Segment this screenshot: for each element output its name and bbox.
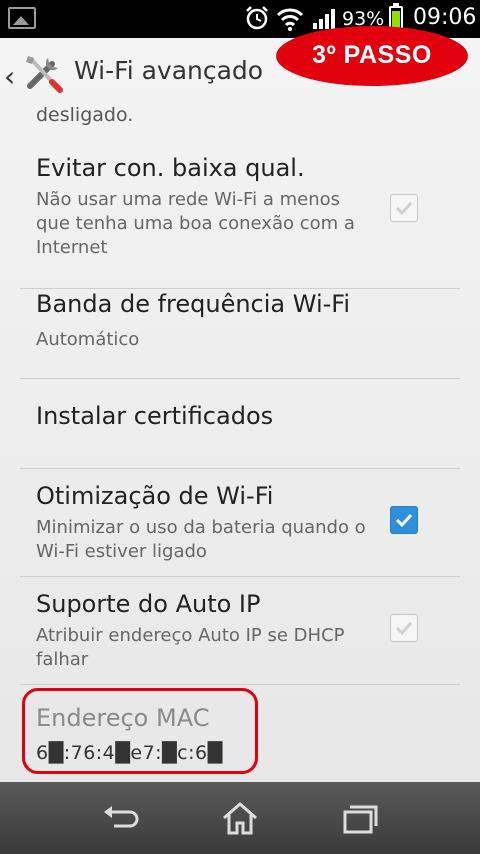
check-icon [395, 201, 413, 216]
avoid-poor-connection-checkbox[interactable] [390, 194, 418, 222]
setting-title: Otimização de Wi-Fi [36, 482, 274, 510]
back-icon[interactable] [100, 800, 140, 836]
wifi-optimization-checkbox[interactable] [390, 506, 418, 534]
up-navigation-chevron-icon[interactable]: ‹ [4, 60, 15, 93]
picture-icon [8, 7, 36, 29]
setting-avoid-poor-connection[interactable]: Evitar con. baixa qual. Não usar uma red… [20, 140, 460, 289]
navigation-bar [0, 782, 480, 854]
setting-title: Instalar certificados [36, 402, 274, 430]
check-icon [395, 513, 413, 528]
setting-subtitle: Atribuir endereço Auto IP se DHCP falhar [36, 625, 345, 670]
setting-title: Banda de frequência Wi-Fi [36, 290, 351, 318]
auto-ip-checkbox[interactable] [390, 614, 418, 642]
check-icon [395, 621, 413, 636]
signal-icon [313, 9, 335, 29]
tools-icon[interactable] [22, 52, 64, 94]
recent-apps-icon[interactable] [340, 800, 380, 836]
clock: 09:06 [413, 5, 477, 30]
setting-wifi-optimization[interactable]: Otimização de Wi-Fi Minimizar o uso da b… [20, 468, 460, 577]
setting-frequency-band[interactable]: Banda de frequência Wi-Fi Automático [20, 288, 460, 379]
page-title: Wi-Fi avançado [74, 56, 264, 85]
setting-install-certificates[interactable]: Instalar certificados [20, 378, 460, 469]
setting-subtitle: Automático [36, 329, 140, 350]
alarm-icon [246, 6, 268, 30]
wifi-icon [276, 8, 304, 31]
setting-auto-ip[interactable]: Suporte do Auto IP Atribuir endereço Aut… [20, 576, 460, 685]
mac-address-highlight-annotation [22, 688, 258, 774]
setting-subtitle: Minimizar o uso da bateria quando o Wi-F… [36, 517, 366, 562]
setting-title: Suporte do Auto IP [36, 590, 261, 618]
setting-title: Evitar con. baixa qual. [36, 154, 305, 182]
step-annotation-badge: 3º PASSO [276, 26, 468, 86]
partial-previous-item-text: desligado. [36, 104, 134, 126]
home-icon[interactable] [220, 800, 260, 836]
setting-subtitle: Não usar uma rede Wi-Fi a menos que tenh… [36, 189, 355, 258]
